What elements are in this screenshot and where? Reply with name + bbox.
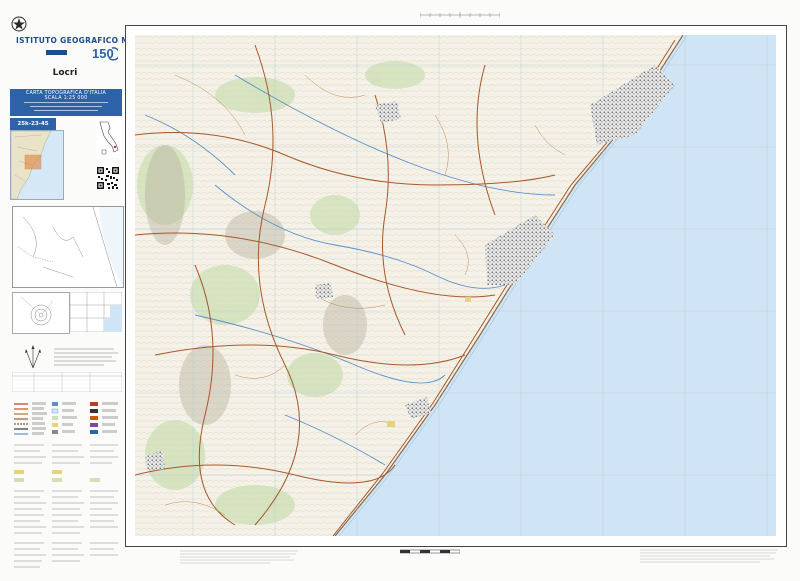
topographic-map[interactable] — [135, 35, 776, 536]
map-title-box: CARTA TOPOGRAFICA D'ITALIA SCALA 1:25 00… — [10, 89, 122, 116]
map-title-fine-print — [10, 102, 122, 113]
qr-code-icon — [96, 166, 120, 190]
declination-diagram — [12, 292, 70, 334]
conventional-signs-legend — [14, 402, 118, 568]
map-scale: SCALA 1:25 000 — [44, 96, 88, 101]
italian-republic-emblem-icon — [11, 16, 27, 32]
sheet-code: 25k-23-45 — [10, 118, 56, 130]
legend-column: Istituto Geografico Militare 150 Locri C… — [8, 6, 162, 574]
agency-subtitle-bar — [46, 50, 68, 55]
sheet-title: Locri — [52, 68, 78, 78]
top-scale-ticks — [420, 12, 500, 18]
logo-area: Istituto Geografico Militare 150 — [8, 6, 162, 62]
italy-locator-map — [96, 120, 122, 158]
map-sheet: Istituto Geografico Militare 150 Locri C… — [0, 0, 800, 581]
credits-left — [180, 550, 298, 564]
north-arrow-icon — [25, 345, 41, 369]
declination-notes — [54, 348, 118, 366]
administrative-boundaries-map — [12, 206, 124, 288]
scale-bar — [400, 549, 460, 554]
anniversary-badge: 150 — [92, 46, 118, 61]
adjacent-sheets-grid — [70, 292, 122, 332]
credits-right — [640, 549, 778, 563]
coordinate-table — [12, 372, 122, 392]
sheet-index-map — [10, 130, 64, 200]
map-canvas[interactable] — [135, 35, 776, 536]
